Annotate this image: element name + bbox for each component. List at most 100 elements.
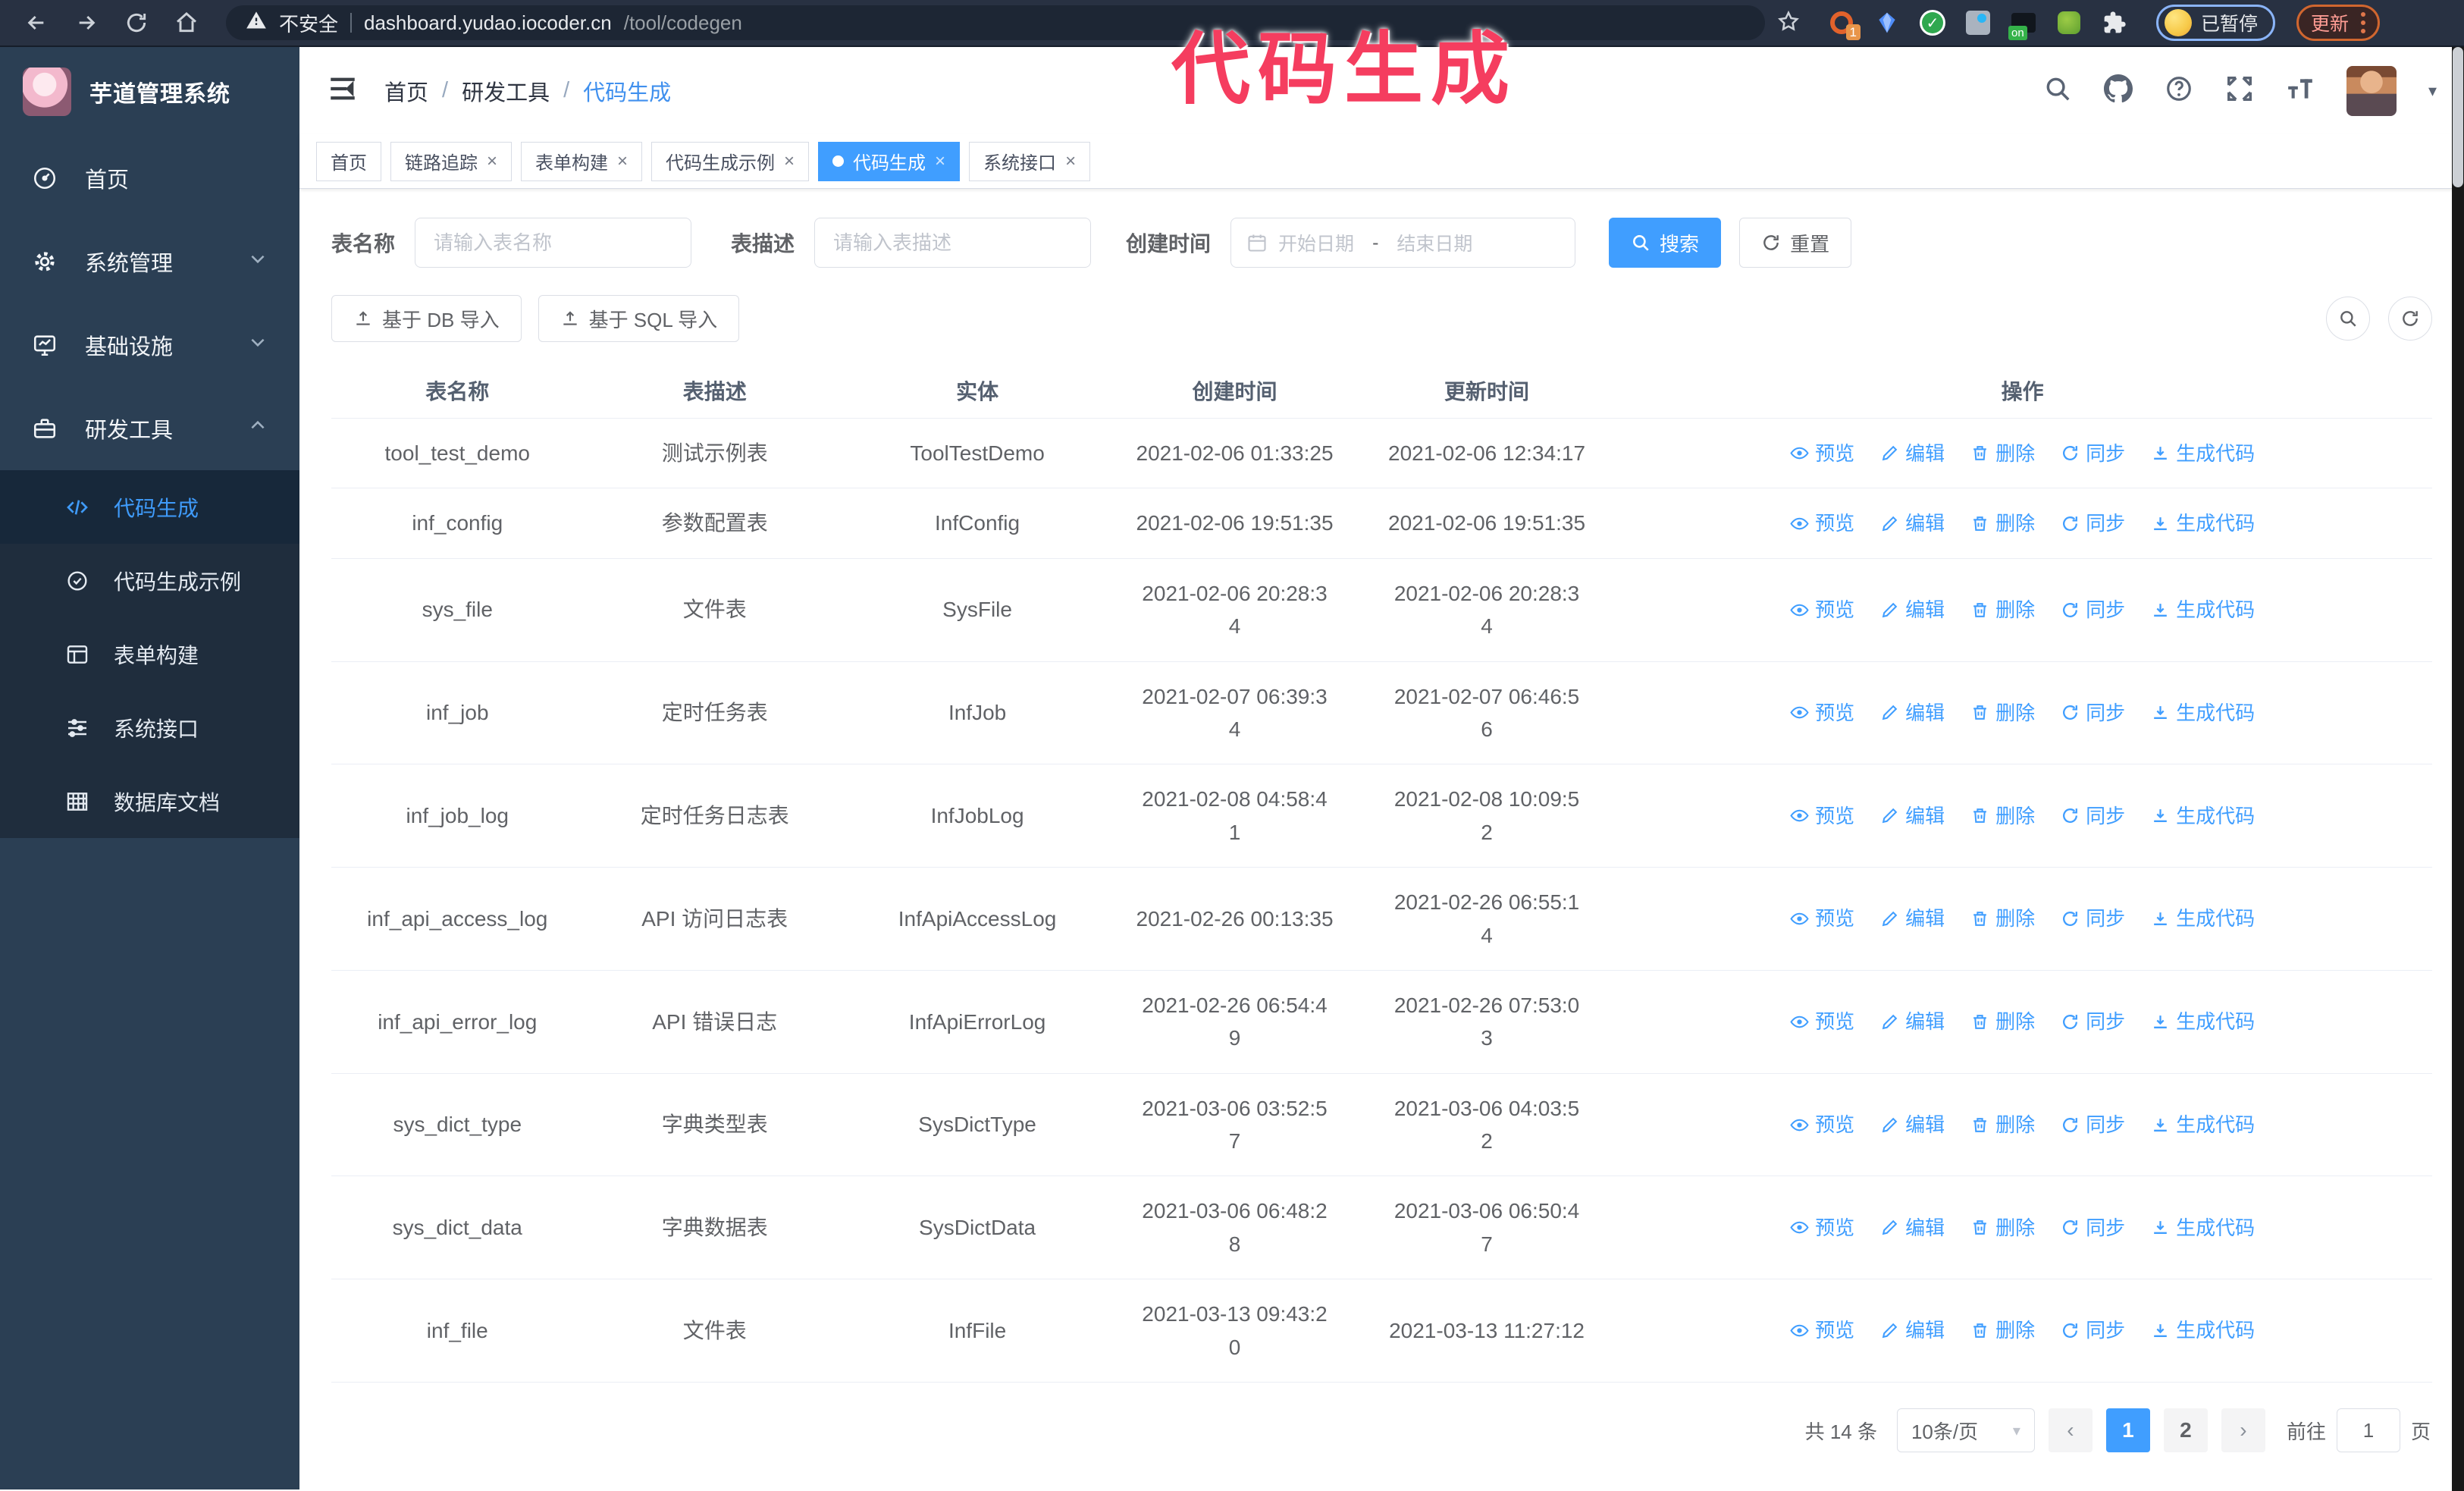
- sync-link[interactable]: 同步: [2061, 698, 2125, 728]
- sidebar-item-db-doc[interactable]: 数据库文档: [0, 764, 299, 838]
- generate-link[interactable]: 生成代码: [2151, 1006, 2255, 1037]
- breadcrumb-dev-tools[interactable]: 研发工具: [462, 75, 550, 107]
- bookmark-star-icon[interactable]: [1777, 10, 1800, 36]
- preview-link[interactable]: 预览: [1790, 438, 1854, 469]
- preview-link[interactable]: 预览: [1790, 1110, 1854, 1140]
- preview-link[interactable]: 预览: [1790, 801, 1854, 831]
- generate-link[interactable]: 生成代码: [2151, 595, 2255, 625]
- preview-link[interactable]: 预览: [1790, 903, 1854, 934]
- sync-link[interactable]: 同步: [2061, 1006, 2125, 1037]
- sync-link[interactable]: 同步: [2061, 1315, 2125, 1345]
- sync-link[interactable]: 同步: [2061, 595, 2125, 625]
- generate-link[interactable]: 生成代码: [2151, 1110, 2255, 1140]
- tab-close-icon[interactable]: ×: [935, 151, 945, 172]
- forward-icon[interactable]: [65, 5, 108, 40]
- edit-link[interactable]: 编辑: [1880, 801, 1945, 831]
- edit-link[interactable]: 编辑: [1880, 595, 1945, 625]
- end-date-placeholder[interactable]: 结束日期: [1397, 229, 1472, 256]
- back-icon[interactable]: [15, 5, 58, 40]
- date-range-picker[interactable]: 开始日期 - 结束日期: [1230, 218, 1576, 268]
- delete-link[interactable]: 删除: [1970, 438, 2035, 469]
- sync-link[interactable]: 同步: [2061, 438, 2125, 469]
- extensions-puzzle-icon[interactable]: [2100, 8, 2129, 37]
- delete-link[interactable]: 删除: [1970, 1213, 2035, 1243]
- tab-close-icon[interactable]: ×: [487, 151, 497, 172]
- refresh-table-button[interactable]: [2388, 297, 2432, 341]
- address-bar[interactable]: 不安全 dashboard.yudao.iocoder.cn/tool/code…: [226, 5, 1765, 40]
- header-search-icon[interactable]: [2043, 74, 2072, 107]
- sidebar-item-codegen-example[interactable]: 代码生成示例: [0, 544, 299, 617]
- user-avatar[interactable]: [2346, 65, 2397, 116]
- delete-link[interactable]: 删除: [1970, 1315, 2035, 1345]
- sidebar-item-form-builder[interactable]: 表单构建: [0, 617, 299, 691]
- prev-page-button[interactable]: ‹: [2048, 1408, 2093, 1453]
- tab-close-icon[interactable]: ×: [617, 151, 628, 172]
- table-name-input[interactable]: [415, 218, 692, 268]
- edit-link[interactable]: 编辑: [1880, 903, 1945, 934]
- delete-link[interactable]: 删除: [1970, 1006, 2035, 1037]
- start-date-placeholder[interactable]: 开始日期: [1278, 229, 1354, 256]
- font-size-icon[interactable]: [2286, 74, 2315, 107]
- sidebar-collapse-icon[interactable]: [327, 73, 359, 108]
- page-scrollbar[interactable]: [2452, 47, 2464, 1491]
- delete-link[interactable]: 删除: [1970, 595, 2035, 625]
- tab-系统接口[interactable]: 系统接口 ×: [969, 141, 1091, 181]
- tab-链路追踪[interactable]: 链路追踪 ×: [390, 141, 513, 181]
- edit-link[interactable]: 编辑: [1880, 1315, 1945, 1345]
- help-icon[interactable]: [2165, 74, 2193, 107]
- preview-link[interactable]: 预览: [1790, 1006, 1854, 1037]
- github-icon[interactable]: [2103, 74, 2133, 107]
- sidebar-item-infrastructure[interactable]: 基础设施: [0, 303, 299, 387]
- extension-icon-orange[interactable]: 1: [1827, 8, 1861, 40]
- generate-link[interactable]: 生成代码: [2151, 508, 2255, 538]
- delete-link[interactable]: 删除: [1970, 801, 2035, 831]
- edit-link[interactable]: 编辑: [1880, 438, 1945, 469]
- generate-link[interactable]: 生成代码: [2151, 801, 2255, 831]
- preview-link[interactable]: 预览: [1790, 595, 1854, 625]
- breadcrumb-home[interactable]: 首页: [384, 75, 428, 107]
- sidebar-item-codegen[interactable]: 代码生成: [0, 470, 299, 544]
- generate-link[interactable]: 生成代码: [2151, 438, 2255, 469]
- sync-link[interactable]: 同步: [2061, 1110, 2125, 1140]
- tab-首页[interactable]: 首页: [316, 141, 381, 181]
- app-logo-row[interactable]: 芋道管理系统: [0, 47, 299, 137]
- sync-link[interactable]: 同步: [2061, 508, 2125, 538]
- browser-update-button[interactable]: 更新: [2296, 5, 2381, 41]
- preview-link[interactable]: 预览: [1790, 698, 1854, 728]
- extension-icon-frog[interactable]: [2055, 8, 2083, 37]
- next-page-button[interactable]: ›: [2221, 1408, 2265, 1453]
- page-number-2[interactable]: 2: [2163, 1408, 2208, 1453]
- search-button[interactable]: 搜索: [1609, 218, 1722, 268]
- generate-link[interactable]: 生成代码: [2151, 698, 2255, 728]
- tab-表单构建[interactable]: 表单构建 ×: [521, 141, 643, 181]
- sync-link[interactable]: 同步: [2061, 1213, 2125, 1243]
- edit-link[interactable]: 编辑: [1880, 1213, 1945, 1243]
- edit-link[interactable]: 编辑: [1880, 1110, 1945, 1140]
- edit-link[interactable]: 编辑: [1880, 698, 1945, 728]
- preview-link[interactable]: 预览: [1790, 1213, 1854, 1243]
- delete-link[interactable]: 删除: [1970, 508, 2035, 538]
- delete-link[interactable]: 删除: [1970, 1110, 2035, 1140]
- goto-page-input[interactable]: [2336, 1408, 2400, 1453]
- page-number-1[interactable]: 1: [2105, 1408, 2150, 1453]
- tab-代码生成[interactable]: 代码生成 ×: [818, 141, 961, 181]
- toggle-search-button[interactable]: [2326, 297, 2370, 341]
- sidebar-item-system-api[interactable]: 系统接口: [0, 691, 299, 764]
- sidebar-item-home[interactable]: 首页: [0, 137, 299, 220]
- sync-link[interactable]: 同步: [2061, 903, 2125, 934]
- browser-menu-icon[interactable]: [2361, 12, 2366, 33]
- scrollbar-thumb[interactable]: [2453, 47, 2463, 187]
- security-warning-icon[interactable]: [246, 10, 267, 36]
- browser-profile-button[interactable]: 已暂停: [2156, 5, 2276, 41]
- edit-link[interactable]: 编辑: [1880, 508, 1945, 538]
- extension-icon-green-check[interactable]: ✓: [1918, 8, 1947, 37]
- fullscreen-icon[interactable]: [2225, 74, 2254, 107]
- sidebar-item-system[interactable]: 系统管理: [0, 220, 299, 303]
- sync-link[interactable]: 同步: [2061, 801, 2125, 831]
- extension-icon-dark-on[interactable]: on: [2008, 8, 2038, 40]
- sql-import-button[interactable]: 基于 SQL 导入: [538, 295, 740, 342]
- table-desc-input[interactable]: [814, 218, 1092, 268]
- tab-代码生成示例[interactable]: 代码生成示例 ×: [651, 141, 810, 181]
- home-icon[interactable]: [165, 5, 208, 40]
- generate-link[interactable]: 生成代码: [2151, 1213, 2255, 1243]
